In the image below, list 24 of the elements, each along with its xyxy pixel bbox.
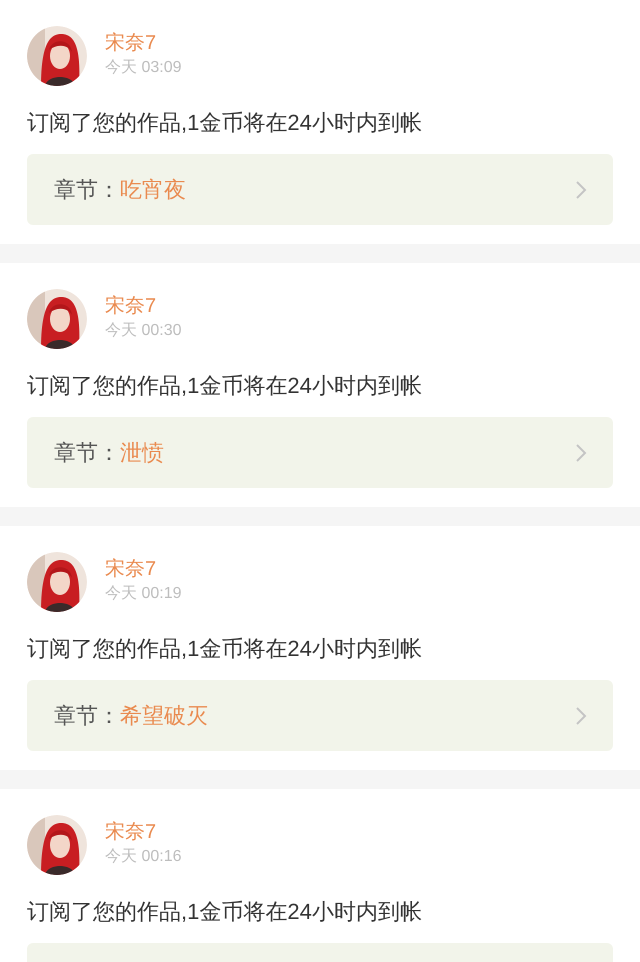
- chapter-title: 吃宵夜: [120, 176, 186, 204]
- chapter-link[interactable]: 章节：泄愤: [27, 417, 613, 488]
- user-name[interactable]: 宋奈7: [105, 820, 182, 844]
- chevron-right-icon: [575, 442, 587, 462]
- user-name[interactable]: 宋奈7: [105, 31, 182, 55]
- timestamp: 今天 00:30: [105, 321, 182, 341]
- timestamp: 今天 00:16: [105, 847, 182, 867]
- chapter-label: 章节：: [54, 439, 120, 467]
- user-name[interactable]: 宋奈7: [105, 557, 182, 581]
- chevron-right-icon: [575, 706, 587, 726]
- chapter-title: 泄愤: [120, 439, 164, 467]
- notification-message: 订阅了您的作品,1金币将在24小时内到帐: [27, 372, 423, 400]
- chapter-link[interactable]: 章节：吃宵夜: [27, 154, 613, 225]
- chapter-link[interactable]: 章节：希望破灭: [27, 680, 613, 751]
- chapter-title: 希望破灭: [120, 702, 208, 730]
- notification-message: 订阅了您的作品,1金币将在24小时内到帐: [27, 635, 423, 663]
- chevron-right-icon: [575, 180, 587, 200]
- user-name[interactable]: 宋奈7: [105, 294, 182, 318]
- timestamp: 今天 00:19: [105, 584, 182, 604]
- notification-message: 订阅了您的作品,1金币将在24小时内到帐: [27, 898, 423, 926]
- timestamp: 今天 03:09: [105, 58, 182, 78]
- chapter-label: 章节：: [54, 176, 120, 204]
- chapter-label: 章节：: [54, 702, 120, 730]
- notification-message: 订阅了您的作品,1金币将在24小时内到帐: [27, 109, 423, 137]
